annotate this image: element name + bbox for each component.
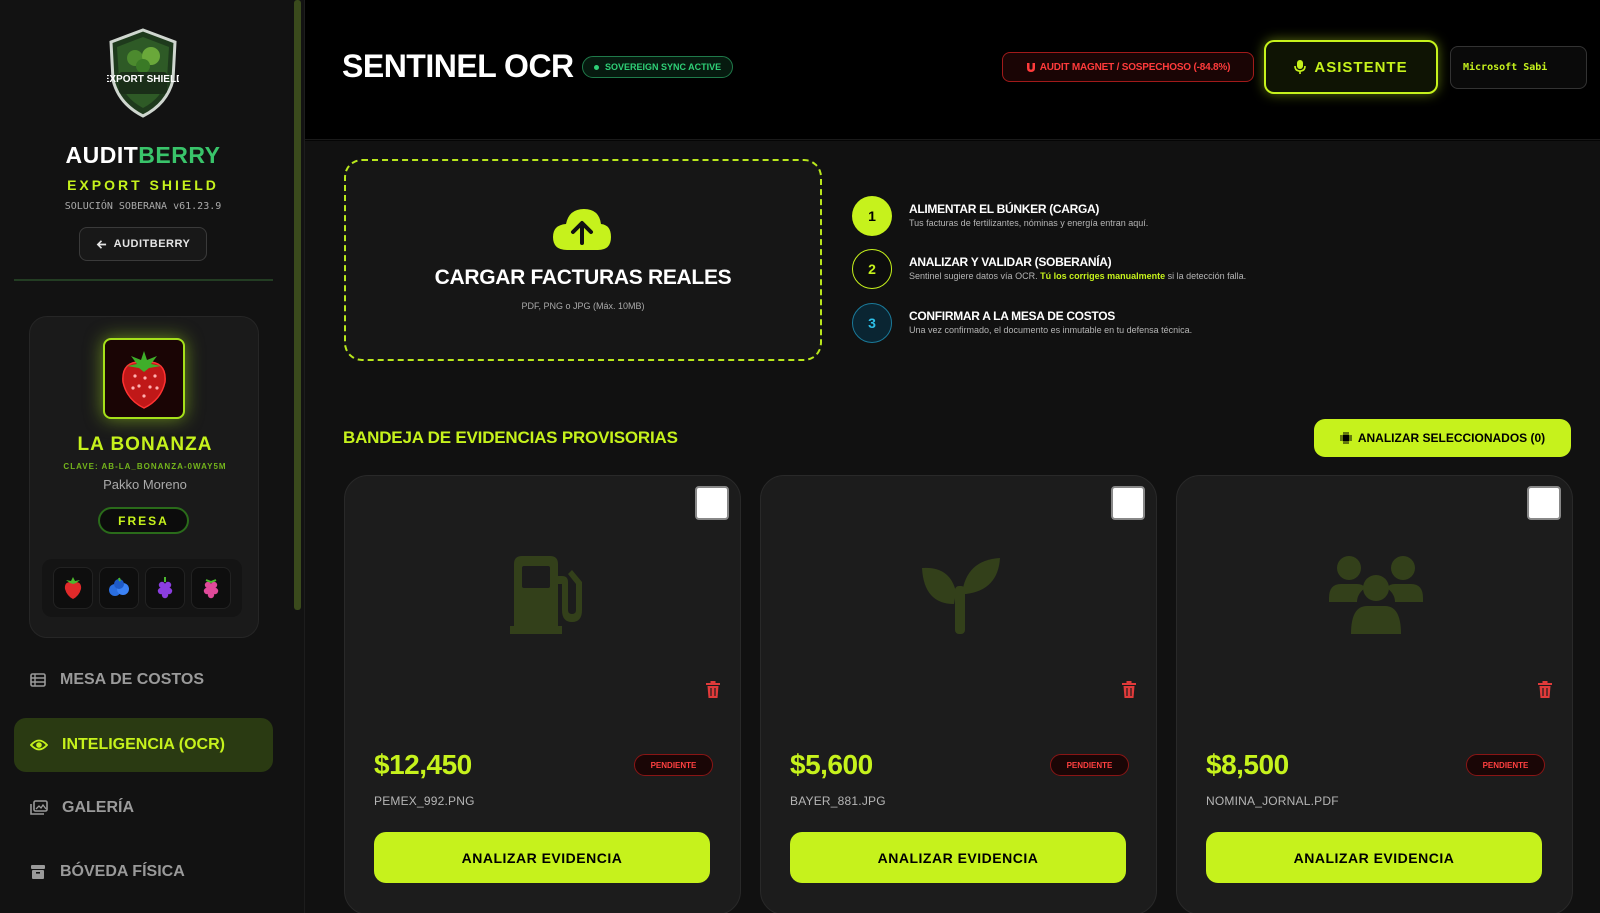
evidence-filename: PEMEX_992.PNG — [374, 794, 475, 808]
farm-owner: Pakko Moreno — [103, 477, 187, 492]
archive-icon — [31, 865, 45, 879]
step-title: ANALIZAR Y VALIDAR (SOBERANÍA) — [909, 255, 1112, 269]
microphone-icon — [1294, 60, 1307, 74]
sidebar-divider — [14, 279, 273, 281]
export-shield-logo: EXPORT SHIELD — [107, 28, 179, 118]
select-checkbox[interactable] — [1111, 486, 1145, 520]
step-number: 1 — [852, 196, 892, 236]
sync-status-label: SOVEREIGN SYNC ACTIVE — [605, 62, 722, 72]
step-number: 2 — [852, 249, 892, 289]
upload-dropzone[interactable]: CARGAR FACTURAS REALES PDF, PNG o JPG (M… — [344, 159, 822, 361]
raspberry-icon — [203, 579, 219, 599]
upload-title: CARGAR FACTURAS REALES — [434, 266, 732, 289]
evidence-card: $5,600 PENDIENTE BAYER_881.JPG ANALIZAR … — [760, 475, 1157, 913]
step-3: 3 CONFIRMAR A LA MESA DE COSTOS Una vez … — [852, 303, 1312, 343]
select-checkbox[interactable] — [1527, 486, 1561, 520]
status-badge: PENDIENTE — [1466, 754, 1545, 776]
evidence-amount: $8,500 — [1206, 749, 1289, 780]
status-badge: PENDIENTE — [634, 754, 713, 776]
crop-raspberry-button[interactable] — [191, 567, 231, 609]
blueberry-icon — [109, 577, 129, 596]
users-icon — [1328, 556, 1423, 634]
table-icon — [30, 673, 46, 687]
nav-item-galeria[interactable]: GALERÍA — [14, 781, 273, 835]
assistant-button-label: ASISTENTE — [1314, 58, 1408, 76]
step-number: 3 — [852, 303, 892, 343]
back-button[interactable]: AUDITBERRY — [79, 227, 207, 261]
analyze-selected-button[interactable]: ANALIZAR SELECCIONADOS (0) — [1314, 419, 1571, 457]
fuel-pump-icon — [509, 556, 582, 634]
nav-item-label: GALERÍA — [62, 799, 134, 816]
trash-icon[interactable] — [1122, 681, 1136, 698]
upload-hint: PDF, PNG o JPG (Máx. 10MB) — [521, 301, 645, 311]
evidence-filename: BAYER_881.JPG — [790, 794, 886, 808]
seedling-icon — [921, 558, 1000, 634]
analyze-selected-label: ANALIZAR SELECCIONADOS (0) — [1357, 431, 1546, 445]
farm-name: LA BONANZA — [77, 434, 213, 455]
farm-avatar — [103, 338, 185, 419]
status-badge: PENDIENTE — [1050, 754, 1129, 776]
strawberry-icon — [64, 577, 82, 599]
trash-icon[interactable] — [706, 681, 720, 698]
chip-icon — [1339, 432, 1352, 444]
blackberry-icon — [157, 577, 173, 599]
nav-item-inteligencia-ocr[interactable]: INTELIGENCIA (OCR) — [14, 718, 273, 772]
page-title: SENTINEL OCR — [342, 48, 574, 84]
tray-title: BANDEJA DE EVIDENCIAS PROVISORIAS — [343, 428, 678, 447]
evidence-amount: $5,600 — [790, 749, 873, 780]
step-description-highlight: Tú los corriges manualmente — [1040, 271, 1166, 281]
cloud-upload-icon — [553, 209, 611, 250]
sidebar: EXPORT SHIELD AUDITBERRY EXPORT SHIELD S… — [0, 0, 305, 913]
sync-status-badge: SOVEREIGN SYNC ACTIVE — [582, 56, 734, 78]
analyze-evidence-button[interactable]: ANALIZAR EVIDENCIA — [1206, 832, 1542, 883]
evidence-filename: NOMINA_JORNAL.PDF — [1206, 794, 1339, 808]
evidence-card: $8,500 PENDIENTE NOMINA_JORNAL.PDF ANALI… — [1176, 475, 1573, 913]
audit-risk-badge: AUDIT MAGNET / SOSPECHOSO (-84.8%) — [1002, 52, 1254, 82]
step-description: Sentinel sugiere datos vía OCR. Tú los c… — [909, 271, 1247, 281]
step-1: 1 ALIMENTAR EL BÚNKER (CARGA) Tus factur… — [852, 196, 1312, 236]
magnet-icon — [1026, 62, 1035, 72]
gallery-icon — [30, 800, 48, 815]
crop-selector — [42, 559, 242, 617]
crop-strawberry-button[interactable] — [53, 567, 93, 609]
profile-card: LA BONANZA CLAVE: AB-LA_BONANZA-0WAY5M P… — [29, 316, 259, 638]
svg-text:EXPORT SHIELD: EXPORT SHIELD — [107, 74, 179, 85]
nav-item-label: BÓVEDA FÍSICA — [60, 863, 185, 880]
analyze-evidence-button[interactable]: ANALIZAR EVIDENCIA — [790, 832, 1126, 883]
crop-blueberry-button[interactable] — [99, 567, 139, 609]
analyze-evidence-button[interactable]: ANALIZAR EVIDENCIA — [374, 832, 710, 883]
header: SENTINEL OCR SOVEREIGN SYNC ACTIVE AUDIT… — [305, 0, 1600, 140]
brand-version: SOLUCIÓN SOBERANA v61.23.9 — [64, 201, 222, 212]
eye-icon — [30, 739, 48, 751]
crop-badge: FRESA — [98, 507, 189, 534]
nav-item-label: INTELIGENCIA (OCR) — [62, 736, 225, 753]
step-2: 2 ANALIZAR Y VALIDAR (SOBERANÍA) Sentine… — [852, 249, 1312, 289]
evidence-amount: $12,450 — [374, 749, 472, 780]
select-checkbox[interactable] — [695, 486, 729, 520]
nav-item-label: MESA DE COSTOS — [60, 671, 205, 688]
step-title: CONFIRMAR A LA MESA DE COSTOS — [909, 309, 1115, 323]
trash-icon[interactable] — [1538, 681, 1552, 698]
step-description: Tus facturas de fertilizantes, nóminas y… — [909, 218, 1149, 228]
app: EXPORT SHIELD AUDITBERRY EXPORT SHIELD S… — [0, 0, 1600, 913]
audit-risk-label: AUDIT MAGNET / SOSPECHOSO (-84.8%) — [1039, 61, 1231, 73]
evidence-card: $12,450 PENDIENTE PEMEX_992.PNG ANALIZAR… — [344, 475, 741, 913]
sidebar-scrollbar[interactable] — [294, 0, 301, 610]
crop-blackberry-button[interactable] — [145, 567, 185, 609]
nav-item-mesa-de-costos[interactable]: MESA DE COSTOS — [14, 653, 273, 707]
step-description: Una vez confirmado, el documento es inmu… — [909, 325, 1193, 335]
status-dot-icon — [594, 64, 599, 70]
back-button-label: AUDITBERRY — [113, 238, 191, 250]
main-content: CARGAR FACTURAS REALES PDF, PNG o JPG (M… — [305, 141, 1600, 913]
brand-subtitle: EXPORT SHIELD — [67, 177, 219, 193]
nav-item-boveda-fisica[interactable]: BÓVEDA FÍSICA — [14, 845, 273, 899]
arrow-left-icon — [96, 239, 106, 249]
strawberry-icon — [122, 350, 166, 409]
farm-key: CLAVE: AB-LA_BONANZA-0WAY5M — [63, 462, 227, 471]
step-title: ALIMENTAR EL BÚNKER (CARGA) — [909, 202, 1100, 216]
voice-select[interactable]: Microsoft Sabi — [1450, 46, 1587, 89]
assistant-button[interactable]: ASISTENTE — [1264, 40, 1438, 94]
brand-name: AUDITBERRY — [65, 142, 221, 168]
